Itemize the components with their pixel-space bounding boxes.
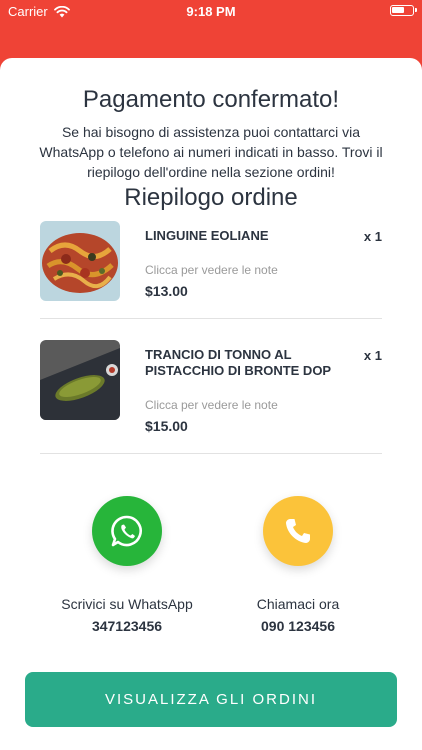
- confirmation-sheet: Pagamento confermato! Se hai bisogno di …: [0, 58, 422, 750]
- phone-icon: [286, 519, 310, 543]
- order-item: TRANCIO DI TONNO AL PISTACCHIO DI BRONTE…: [40, 340, 382, 454]
- whatsapp-label: Scrivici su WhatsApp: [61, 596, 193, 612]
- status-bar: Carrier 9:18 PM: [0, 0, 422, 22]
- item-name: TRANCIO DI TONNO AL PISTACCHIO DI BRONTE…: [145, 347, 332, 378]
- order-item: LINGUINE EOLIANE x 1 Clicca per vedere l…: [40, 221, 382, 319]
- battery-icon: [390, 5, 417, 16]
- item-quantity: x 1: [363, 348, 382, 363]
- status-time: 9:18 PM: [186, 4, 236, 19]
- whatsapp-icon: [111, 515, 142, 547]
- item-quantity: x 1: [363, 229, 382, 244]
- item-notes-link[interactable]: Clicca per vedere le note: [145, 263, 278, 277]
- order-summary-title: Riepilogo ordine: [124, 184, 298, 211]
- phone-number[interactable]: 090 123456: [198, 618, 398, 634]
- page-title: Pagamento confermato!: [82, 86, 340, 113]
- item-name: LINGUINE EOLIANE: [145, 228, 269, 243]
- item-price: $15.00: [145, 418, 188, 434]
- phone-contact: Chiamaci ora 090 123456: [198, 496, 398, 634]
- whatsapp-number[interactable]: 347123456: [27, 618, 227, 634]
- item-image-linguine: [40, 221, 120, 301]
- phone-label: Chiamaci ora: [256, 596, 340, 612]
- call-button[interactable]: [263, 496, 333, 566]
- item-notes-link[interactable]: Clicca per vedere le note: [145, 398, 278, 412]
- item-image-tonno: [40, 340, 120, 420]
- view-orders-button[interactable]: VISUALIZZA GLI ORDINI: [25, 672, 397, 727]
- assistance-message: Se hai bisogno di assistenza puoi contat…: [39, 124, 383, 180]
- whatsapp-button[interactable]: [92, 496, 162, 566]
- whatsapp-contact: Scrivici su WhatsApp 347123456: [27, 496, 227, 634]
- item-price: $13.00: [145, 283, 188, 299]
